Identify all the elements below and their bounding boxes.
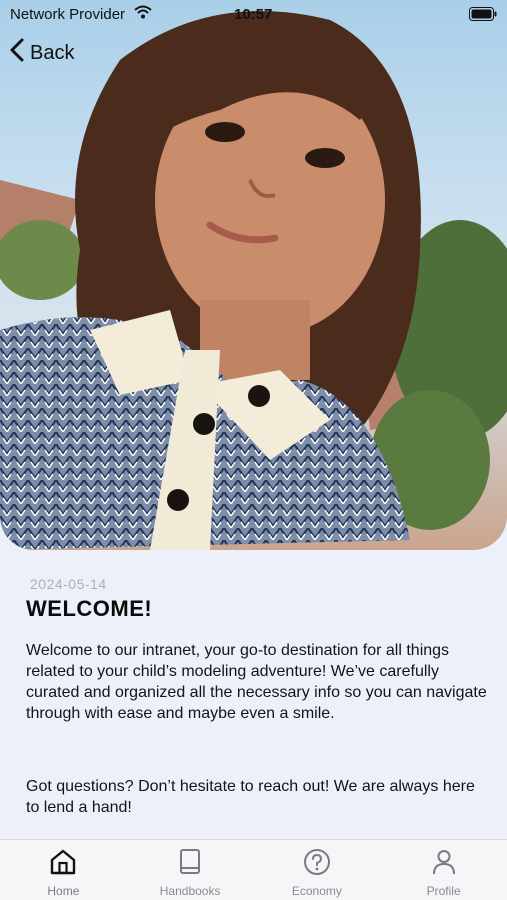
wifi-icon — [134, 5, 152, 23]
tab-label: Economy — [291, 884, 342, 898]
chevron-left-icon — [10, 38, 24, 68]
back-label: Back — [30, 41, 75, 64]
hero-illustration — [0, 11, 507, 550]
tab-label: Handbooks — [159, 884, 221, 898]
back-button[interactable]: Back — [10, 38, 74, 68]
battery-icon — [469, 7, 497, 25]
tab-home[interactable]: Home — [0, 840, 127, 900]
person-icon — [430, 848, 458, 881]
tab-label: Profile — [426, 884, 461, 898]
tab-bar: Home Handbooks Economy Profile — [0, 839, 507, 900]
article-paragraph: Welcome to our intranet, your go-to dest… — [26, 642, 487, 722]
status-time: 10:57 — [234, 6, 273, 23]
article-title: WELCOME! — [26, 596, 153, 621]
question-icon — [303, 848, 331, 881]
tab-label: Home — [47, 884, 80, 898]
hero-image — [0, 0, 507, 550]
tab-economy[interactable]: Economy — [254, 840, 381, 900]
status-bar: Network Provider 10:57 — [0, 0, 507, 28]
carrier-label: Network Provider — [10, 6, 126, 23]
tab-profile[interactable]: Profile — [380, 840, 507, 900]
article-paragraph: Got questions? Don’t hesitate to reach o… — [26, 778, 475, 816]
article-date: 2024-05-14 — [30, 576, 107, 592]
tab-handbooks[interactable]: Handbooks — [127, 840, 254, 900]
home-icon — [49, 848, 77, 881]
book-icon — [176, 848, 204, 881]
